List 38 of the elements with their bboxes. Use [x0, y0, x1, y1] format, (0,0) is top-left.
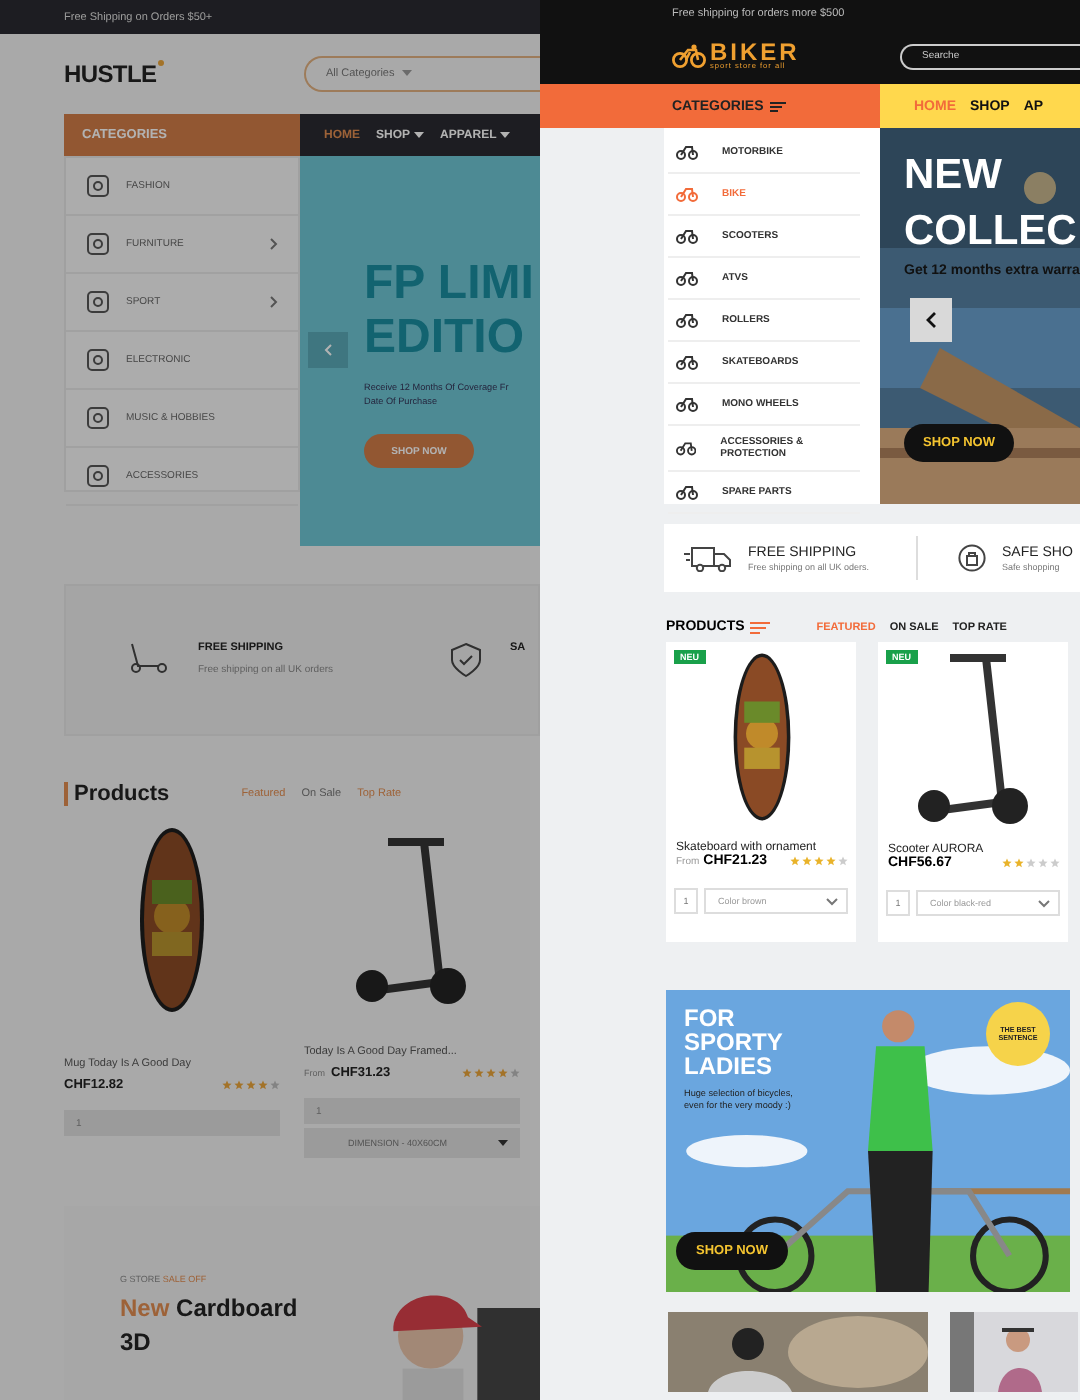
wheel-icon [676, 312, 698, 328]
bag-icon [958, 544, 986, 572]
category-icon [86, 290, 110, 314]
hero-title: NEW [904, 150, 1004, 202]
chevron-down-icon [1038, 899, 1050, 907]
scooter-icon [126, 642, 170, 674]
lines-icon [750, 621, 771, 633]
wheel-icon [676, 354, 698, 370]
caret-icon [498, 1139, 508, 1147]
wheel-icon [676, 484, 698, 500]
category-icon [86, 464, 110, 488]
banner-title: FOR [684, 1006, 737, 1030]
previous-button[interactable] [910, 298, 952, 342]
category-icon [86, 232, 110, 256]
hero-title: EDITIO [364, 310, 527, 364]
shield-icon [450, 642, 482, 678]
truck-icon [684, 544, 732, 572]
chevron-left-icon [324, 344, 332, 356]
menu-icon [769, 101, 786, 111]
category-icon [86, 174, 110, 198]
category-icon [86, 406, 110, 430]
wheel-icon [676, 396, 698, 412]
banner-title: New Cardboard 3D [120, 1292, 300, 1360]
chevron-left-icon [926, 312, 936, 328]
banner-title: SPORTY [684, 1030, 785, 1054]
section-title: Products [74, 782, 170, 806]
wheel-icon [676, 186, 698, 202]
wheel-icon [676, 144, 698, 160]
hero-title: COLLEC [904, 206, 1079, 258]
hero-title: FP LIMI [364, 256, 534, 310]
chevron-down-icon [826, 897, 838, 905]
banner-title: LADIES [684, 1054, 775, 1078]
wheel-icon [676, 270, 698, 286]
caret-icon [402, 70, 413, 78]
category-icon [86, 348, 110, 372]
wheel-icon [676, 440, 697, 456]
site-logo[interactable]: HUSTLE [64, 60, 240, 88]
wheel-icon [676, 228, 698, 244]
